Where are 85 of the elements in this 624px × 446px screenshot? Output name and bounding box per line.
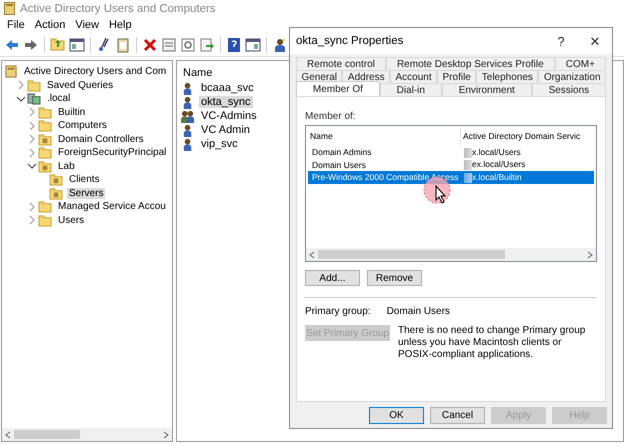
window-title: Active Directory Users and Computers (20, 2, 216, 14)
scrollbar-thumb[interactable] (14, 430, 80, 439)
primary-group-note: There is no need to change Primary group unless you have Macintosh clients or POSIX-compliant applications. (398, 325, 586, 361)
scroll-right-icon[interactable] (163, 430, 169, 438)
table-row[interactable]: Pre-Windows 2000 Compatible Access x.local/Builtin (308, 171, 594, 184)
help-icon[interactable] (226, 37, 242, 53)
domain-icon (27, 92, 41, 106)
folder-icon (49, 173, 63, 186)
column-header[interactable]: Name (306, 131, 460, 141)
help-button[interactable]: ? (544, 34, 578, 48)
table-row[interactable]: Domain Admins x.local/Users (308, 146, 594, 158)
folder-icon (27, 78, 41, 92)
tree-item[interactable]: .local (45, 93, 72, 104)
folder-icon (49, 186, 63, 200)
primary-group-label: Primary group: (305, 306, 371, 317)
panel-icon[interactable] (69, 37, 85, 53)
tree-item[interactable]: Clients (67, 174, 102, 186)
menu-item[interactable]: View (70, 18, 104, 30)
tree-item[interactable]: Servers (67, 188, 106, 199)
tree-item[interactable]: Active Directory Users and Com (22, 66, 168, 78)
tree-item[interactable]: Managed Service Accou (56, 201, 168, 212)
tab[interactable]: Profile (437, 70, 476, 83)
dialog-button[interactable]: OK (369, 406, 424, 424)
tab[interactable]: COM+ (554, 57, 606, 70)
properties-icon[interactable] (161, 37, 177, 53)
app-icon (4, 2, 15, 15)
scroll-left-icon[interactable] (309, 250, 315, 258)
collapse-chevron-icon[interactable] (26, 161, 38, 172)
panel-icon[interactable] (245, 37, 261, 53)
scroll-right-icon[interactable] (587, 250, 593, 258)
scrollbar-thumb[interactable] (318, 250, 505, 259)
back-arrow-icon[interactable] (4, 37, 20, 53)
tree-item[interactable]: Computers (56, 120, 109, 132)
folder-icon (38, 132, 52, 146)
users-icon (181, 110, 195, 122)
clipboard-icon[interactable] (115, 37, 131, 53)
folder-icon (38, 119, 52, 132)
scroll-left-icon[interactable] (5, 430, 11, 438)
folder-up-icon[interactable] (50, 37, 66, 53)
menu-item[interactable]: Action (30, 18, 70, 30)
collapse-chevron-icon[interactable] (15, 94, 27, 104)
list-item[interactable]: VC Admin (199, 124, 252, 136)
tab[interactable]: Member Of (296, 81, 380, 96)
groups-list[interactable]: Name Active Directory Domain Servic Domain Admins x.local/Users Domain Users ex.local/Users Pre-Windows 2000 Compatible Access x.local/Builtin (305, 125, 597, 262)
member-of-label: Member of: (305, 111, 357, 122)
tree-item[interactable]: Users (56, 214, 86, 226)
folder-icon (38, 106, 52, 119)
tab[interactable]: Sessions (532, 83, 606, 96)
book-icon (4, 65, 18, 78)
column-header[interactable]: Name (183, 67, 212, 79)
refresh-icon[interactable] (180, 37, 196, 53)
tab[interactable]: Remote control (296, 57, 386, 70)
tab[interactable]: Account (390, 70, 438, 83)
folder-icon (38, 160, 52, 173)
primary-group-value: Domain Users (386, 306, 450, 317)
list-item[interactable]: bcaaa_svc (199, 82, 256, 94)
table-row[interactable]: Domain Users ex.local/Users (308, 158, 594, 171)
menu-item[interactable]: Help (104, 18, 137, 30)
tab[interactable]: Remote Desktop Services Profile (386, 57, 555, 70)
tree-item[interactable]: Builtin (56, 106, 88, 118)
close-button[interactable]: ✕ (578, 34, 612, 48)
tree-item[interactable]: Saved Queries (45, 80, 116, 91)
tree-item[interactable]: Lab (56, 160, 77, 172)
tab[interactable]: Telephones (476, 70, 538, 83)
add-button[interactable]: Add... (305, 270, 360, 286)
column-header[interactable]: Active Directory Domain Servic (460, 126, 596, 146)
tree-item[interactable]: Domain Controllers (56, 134, 146, 145)
export-icon[interactable] (199, 37, 215, 53)
folder-icon (38, 200, 52, 214)
tab[interactable]: Organization (538, 70, 606, 83)
list-item[interactable]: VC-Admins (199, 110, 259, 122)
menu-item[interactable]: File (2, 18, 30, 30)
list-item[interactable]: vip_svc (199, 138, 240, 150)
remove-button[interactable]: Remove (367, 270, 422, 286)
list-item[interactable]: okta_sync (199, 96, 253, 108)
forward-arrow-icon[interactable] (23, 37, 39, 53)
tab[interactable]: Dial-in (380, 83, 442, 96)
folder-icon (38, 146, 52, 160)
tree-item[interactable]: ForeignSecurityPrincipal (56, 147, 168, 158)
tab[interactable]: Environment (442, 83, 532, 96)
dialog-button[interactable]: Cancel (430, 406, 485, 424)
folder-icon (38, 214, 52, 227)
user-icon[interactable] (272, 37, 288, 53)
delete-icon[interactable] (142, 37, 158, 53)
dialog-title: okta_sync Properties (296, 35, 404, 47)
